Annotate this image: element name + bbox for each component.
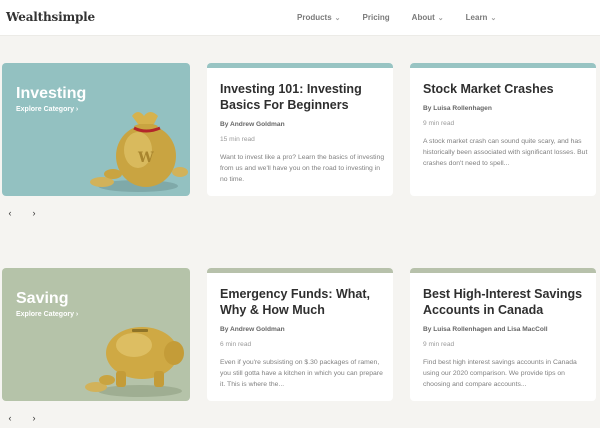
piggy-bank-illustration [85,327,184,397]
article-excerpt: Want to invest like a pro? Learn the bas… [220,154,385,184]
svg-text:W: W [137,150,154,166]
nav-products[interactable]: Products ⌄ [297,13,341,22]
article-title[interactable]: Stock Market Crashes [423,81,589,97]
category-title: Investing [16,85,87,102]
article-title[interactable]: Investing 101: Investing Basics For Begi… [220,81,386,113]
explore-category-link[interactable]: Explore Category › [16,311,78,318]
chevron-down-icon: ⌄ [334,14,341,22]
card-accent-bar [410,63,596,68]
article-author: By Luisa Rollenhagen and Lisa MacColl [423,326,548,333]
article-author: By Andrew Goldman [220,326,285,333]
article-excerpt: Find best high interest savings accounts… [423,359,577,389]
article-title[interactable]: Emergency Funds: What, Why & How Much [220,286,386,318]
carousel-controls: ‹ › [4,412,52,424]
category-card-saving[interactable]: Saving Explore Category › [2,268,190,401]
article-read-time: 6 min read [220,341,252,348]
top-navigation-bar: Wealthsimple Products ⌄ Pricing About ⌄ … [0,0,600,36]
article-author: By Andrew Goldman [220,121,285,128]
explore-category-link[interactable]: Explore Category › [16,106,78,113]
carousel-next-button[interactable]: › [28,412,40,424]
chevron-down-icon: ⌄ [437,14,444,22]
carousel-next-button[interactable]: › [28,207,40,219]
carousel-controls: ‹ › [4,207,52,219]
article-excerpt: A stock market crash can sound quite sca… [423,138,588,168]
card-accent-bar [410,268,596,273]
article-read-time: 9 min read [423,120,455,127]
chevron-down-icon: ⌄ [490,14,497,22]
article-card[interactable]: Best High-Interest Savings Accounts in C… [410,268,596,401]
carousel-prev-button[interactable]: ‹ [4,412,16,424]
nav-products-label: Products [297,13,332,22]
money-bag-illustration: W [90,112,188,192]
article-card[interactable]: Investing 101: Investing Basics For Begi… [207,63,393,196]
nav-learn-label: Learn [465,13,488,22]
card-accent-bar [207,63,393,68]
category-card-investing[interactable]: Investing Explore Category › W [2,63,190,196]
nav-learn[interactable]: Learn ⌄ [466,13,497,22]
main-nav: Products ⌄ Pricing About ⌄ Learn ⌄ [297,13,518,22]
nav-about-label: About [411,13,435,22]
article-excerpt: Even if you're subsisting on $.30 packag… [220,359,383,389]
brand-logo[interactable]: Wealthsimple [6,10,95,24]
nav-pricing-label: Pricing [362,13,390,22]
article-read-time: 15 min read [220,136,255,143]
article-read-time: 9 min read [423,341,455,348]
article-card[interactable]: Stock Market Crashes By Luisa Rollenhage… [410,63,596,196]
nav-about[interactable]: About ⌄ [412,13,444,22]
article-author: By Luisa Rollenhagen [423,105,492,112]
card-accent-bar [207,268,393,273]
nav-pricing[interactable]: Pricing [363,13,390,22]
article-card[interactable]: Emergency Funds: What, Why & How Much By… [207,268,393,401]
article-title[interactable]: Best High-Interest Savings Accounts in C… [423,286,589,318]
category-title: Saving [16,290,69,307]
carousel-prev-button[interactable]: ‹ [4,207,16,219]
